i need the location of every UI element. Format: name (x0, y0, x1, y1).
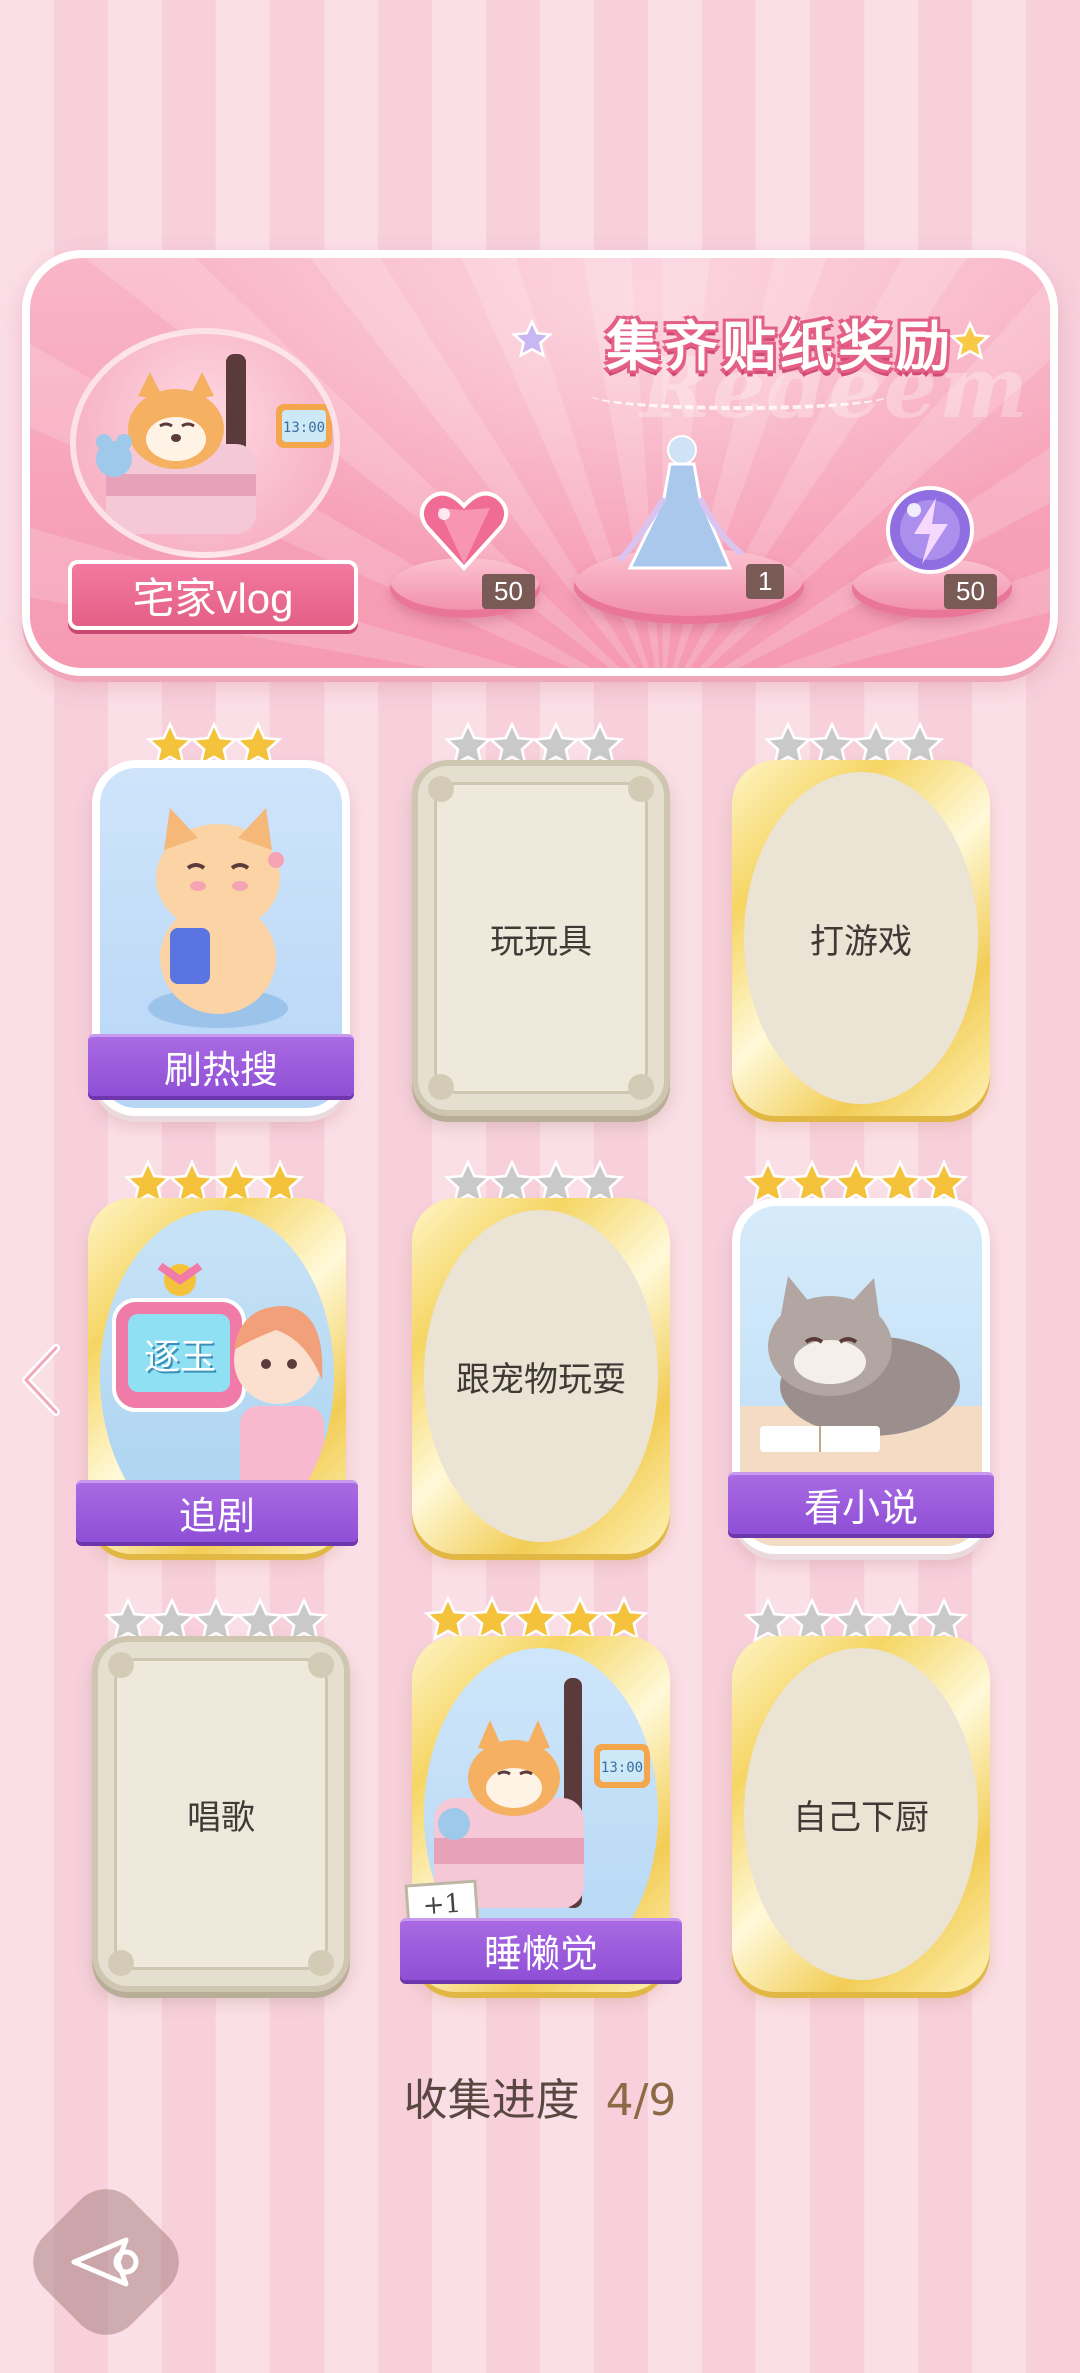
frame-corner (108, 1652, 134, 1678)
card-title-banner: 看小说 (728, 1472, 994, 1534)
frame-corner (628, 1074, 654, 1100)
reward-count: 1 (746, 564, 785, 599)
card-label: 唱歌 (187, 1797, 255, 1838)
collection-avatar: 13:00 (70, 328, 340, 558)
sticker-card[interactable]: 刷热搜 (88, 760, 354, 1116)
back-arrow-icon (44, 2200, 168, 2324)
tv-screen-text: 逐玉 (144, 1337, 217, 1378)
pink-heart-gem-icon (414, 480, 514, 584)
card-title-banner: 刷热搜 (88, 1034, 354, 1096)
frame-corner (308, 1652, 334, 1678)
sticker-card[interactable]: 13:00 +1 睡懒觉 (400, 1636, 682, 1992)
reward-title: 集齐贴纸奖励 (606, 314, 954, 378)
svg-text:13:00: 13:00 (283, 420, 325, 436)
sticker-card[interactable]: 唱歌 (92, 1636, 350, 1992)
lightning-orb-icon (880, 480, 980, 584)
card-oval: 打游戏 (744, 772, 978, 1104)
title-underline (590, 380, 890, 410)
dress-outfit-icon (610, 428, 750, 582)
sticker-card[interactable]: 逐玉 追剧 (76, 1198, 358, 1554)
card-oval: 跟宠物玩耍 (424, 1210, 658, 1542)
chevron-left-icon[interactable] (16, 1340, 66, 1420)
frame-corner (428, 1074, 454, 1100)
frame-corner (308, 1950, 334, 1976)
card-oval: 自己下厨 (744, 1648, 978, 1980)
lavender-star-icon (510, 318, 554, 369)
svg-text:13:00: 13:00 (601, 1760, 643, 1776)
progress-value: 4/9 (605, 2075, 677, 2126)
collection-name-ribbon: 宅家vlog (68, 560, 358, 630)
sticker-card[interactable]: 跟宠物玩耍 (412, 1198, 670, 1554)
frame-corner (108, 1950, 134, 1976)
card-title-banner: 睡懒觉 (400, 1918, 682, 1980)
reward-count: 50 (944, 574, 997, 609)
collection-progress: 收集进度 4/9 (0, 2064, 1080, 2128)
reward-banner: Redeem 集齐贴纸奖励 13:00 宅家vlog 50 1 50 (22, 250, 1058, 676)
frame-corner (428, 776, 454, 802)
card-label: 跟宠物玩耍 (456, 1359, 626, 1400)
gold-star-icon (948, 320, 992, 371)
card-title-banner: 追剧 (76, 1480, 358, 1542)
card-frame: 玩玩具 (434, 782, 648, 1094)
card-frame: 唱歌 (114, 1658, 328, 1970)
sticker-card[interactable]: 玩玩具 (412, 760, 670, 1116)
progress-label: 收集进度 (403, 2075, 580, 2126)
reward-count: 50 (482, 574, 535, 609)
card-label: 自己下厨 (793, 1797, 929, 1838)
card-label: 打游戏 (810, 921, 912, 962)
card-label: 玩玩具 (490, 921, 592, 962)
frame-corner (628, 776, 654, 802)
sticker-card[interactable]: 看小说 (728, 1198, 994, 1554)
sticker-card[interactable]: 打游戏 (732, 760, 990, 1116)
back-button[interactable] (18, 2174, 194, 2350)
sticker-card[interactable]: 自己下厨 (732, 1636, 990, 1992)
